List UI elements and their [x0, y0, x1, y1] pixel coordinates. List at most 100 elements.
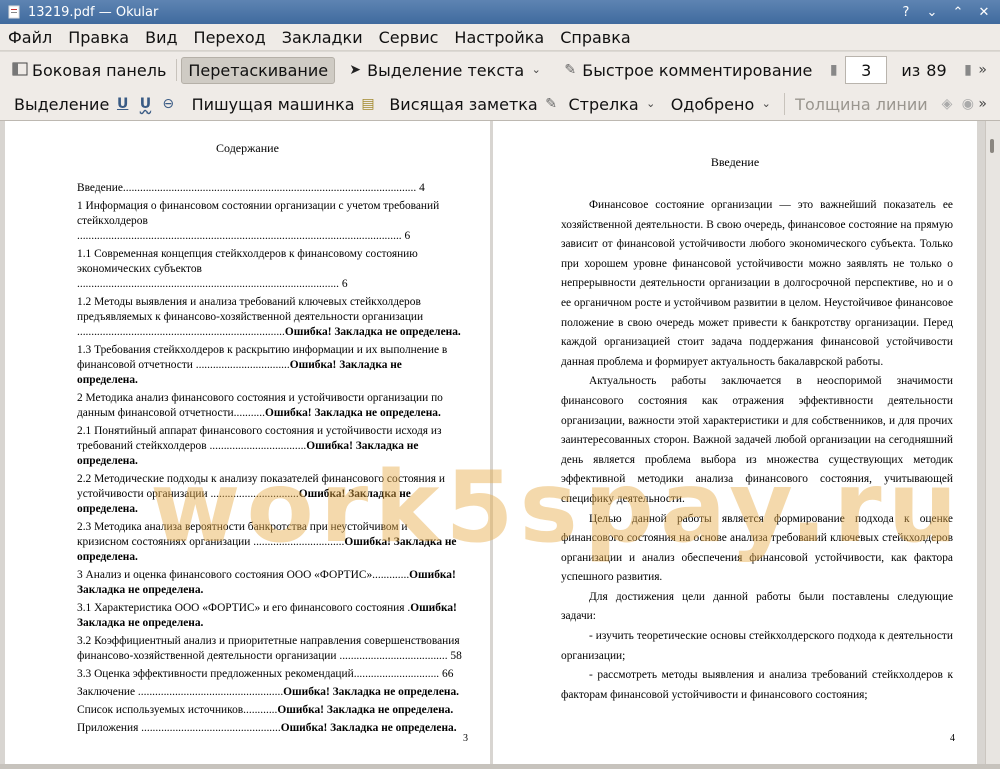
menu-go[interactable]: Переход	[186, 28, 274, 47]
sidebar-label: Боковая панель	[32, 60, 167, 80]
toc-entry-page: 58	[447, 650, 462, 662]
next-page-icon[interactable]: ▮	[961, 62, 976, 78]
minimize-icon[interactable]: ⌄	[924, 5, 940, 20]
toc-entry: 3.1 Характеристика ООО «ФОРТИС» и его фи…	[77, 601, 462, 631]
page-current: 3	[861, 60, 872, 80]
stamp-button[interactable]: Одобрено ⌄	[665, 92, 781, 117]
toc-entry: 2.1 Понятийный аппарат финансового состо…	[77, 424, 462, 469]
toc-entry-page: 6	[401, 230, 411, 242]
intro-paragraph: - изучить теоретические основы стейкхолд…	[561, 630, 953, 662]
pen-icon[interactable]: ✎	[544, 96, 559, 112]
toc-entry: 1.1 Современная концепция стейкхолдеров …	[77, 247, 462, 292]
typewriter-button[interactable]: Пишущая машинка	[186, 92, 361, 117]
menu-help[interactable]: Справка	[552, 28, 639, 47]
toc-entry-error: Ошибка! Закладка не определена.	[283, 686, 460, 698]
quick-comment-button[interactable]: ✎ Быстрое комментирование	[556, 58, 818, 83]
toc-entry: 3.3 Оценка эффективности предложенных ре…	[77, 667, 462, 682]
menu-edit[interactable]: Правка	[60, 28, 137, 47]
toc-entry-text: 3 Анализ и оценка финансового состояния …	[77, 569, 410, 581]
maximize-icon[interactable]: ⌃	[950, 5, 966, 20]
drag-mode-button[interactable]: Перетаскивание	[181, 56, 336, 84]
toc-entry-text: Приложения .............................…	[77, 722, 281, 734]
toc-entry: 1.3 Требования стейкхолдеров к раскрытию…	[77, 343, 462, 388]
squiggly-underline-icon[interactable]: U	[138, 96, 153, 112]
sticky-note-button[interactable]: Висящая заметка	[383, 92, 543, 117]
toolbar-overflow-icon[interactable]: »	[975, 62, 990, 78]
line-width-button[interactable]: Толщина линии	[789, 92, 934, 117]
table-of-contents: Введение................................…	[77, 181, 462, 739]
arrow-button[interactable]: Стрелка ⌄	[563, 92, 665, 117]
note-icon[interactable]: ▤	[361, 96, 376, 112]
underline-icon[interactable]: U	[115, 96, 130, 112]
toc-entry-page: 66	[439, 668, 454, 680]
toc-entry-error: Ошибка! Закладка не определена.	[284, 326, 461, 338]
toc-entry-text: Введение................................…	[77, 182, 417, 194]
cursor-icon: ➤	[349, 62, 361, 78]
toc-entry: Введение................................…	[77, 181, 462, 196]
line-width-label: Толщина линии	[795, 94, 928, 114]
status-bar	[0, 764, 1000, 769]
pdf-page-right: Введение Финансовое состояние организаци…	[493, 121, 977, 764]
document-viewer[interactable]: Содержание Введение.....................…	[0, 121, 985, 764]
close-icon[interactable]: ✕	[976, 5, 992, 20]
page-total: 89	[926, 60, 947, 80]
page-number-left: 3	[463, 733, 468, 744]
drag-mode-label: Перетаскивание	[188, 60, 329, 80]
help-icon[interactable]: ?	[898, 5, 914, 20]
menu-tools[interactable]: Сервис	[371, 28, 447, 47]
intro-paragraph: Актуальность работы заключается в неоспо…	[561, 375, 953, 505]
toolbar-overflow-icon[interactable]: »	[975, 96, 990, 112]
pdf-file-icon	[6, 4, 22, 20]
arrow-label: Стрелка	[568, 94, 639, 114]
toc-entry-text: 1.1 Современная концепция стейкхолдеров …	[77, 248, 418, 290]
page-number-right: 4	[950, 733, 955, 744]
toc-entry-error: Ошибка! Закладка не определена.	[277, 704, 454, 716]
toolbar-separator	[176, 59, 178, 81]
intro-paragraph: Целью данной работы является формировани…	[561, 512, 953, 584]
toc-entry: 2.2 Методические подходы к анализу показ…	[77, 472, 462, 517]
color-icon[interactable]: ◈	[940, 96, 955, 112]
page-of-label: из	[901, 60, 921, 80]
strikethrough-icon[interactable]: ⊖	[161, 96, 176, 112]
toc-entry-page: 6	[338, 278, 348, 290]
window-title: 13219.pdf — Okular	[28, 4, 159, 20]
stamp-label: Одобрено	[670, 94, 755, 114]
prev-page-icon[interactable]: ▮	[826, 62, 841, 78]
typewriter-label: Пишущая машинка	[191, 94, 355, 114]
text-select-button[interactable]: ➤ Выделение текста ⌄	[341, 58, 550, 83]
toc-entry-text: 3.2 Коэффициентный анализ и приоритетные…	[77, 635, 460, 662]
intro-title: Введение	[710, 155, 760, 169]
scrollbar-thumb[interactable]	[990, 139, 994, 153]
toc-entry-text: 1 Информация о финансовом состоянии орга…	[77, 200, 440, 242]
menu-view[interactable]: Вид	[137, 28, 185, 47]
menu-settings[interactable]: Настройка	[446, 28, 552, 47]
main-toolbar: Боковая панель Перетаскивание ➤ Выделени…	[0, 52, 1000, 88]
toc-entry: Приложения .............................…	[77, 721, 462, 736]
intro-paragraph: - рассмотреть методы выявления и анализа…	[561, 669, 953, 701]
menu-bookmarks[interactable]: Закладки	[274, 28, 371, 47]
intro-paragraph: Для достижения цели данной работы были п…	[561, 590, 953, 623]
sidebar-button[interactable]: Боковая панель	[6, 58, 172, 83]
menu-file[interactable]: Файл	[0, 28, 60, 47]
quick-comment-label: Быстрое комментирование	[582, 60, 813, 80]
selection-label: Выделение	[14, 94, 110, 114]
toc-entry: 3.2 Коэффициентный анализ и приоритетные…	[77, 634, 462, 664]
page-number-input[interactable]: 3	[845, 56, 888, 84]
opacity-icon[interactable]: ◉	[960, 96, 975, 112]
toc-entry-text: 3.1 Характеристика ООО «ФОРТИС» и его фи…	[77, 602, 411, 614]
toolbar-separator	[784, 93, 786, 115]
menu-bar: Файл Правка Вид Переход Закладки Сервис …	[0, 24, 1000, 51]
text-select-label: Выделение текста	[367, 60, 525, 80]
annotation-toolbar: Выделение U U ⊖ Пишущая машинка ▤ Висяща…	[0, 88, 1000, 121]
chevron-down-icon[interactable]: ⌄	[528, 62, 544, 78]
intro-text: Финансовое состояние организации — это в…	[561, 196, 953, 705]
toc-entry-text: 3.3 Оценка эффективности предложенных ре…	[77, 668, 440, 680]
toc-entry-error: Ошибка! Закладка не определена.	[264, 407, 441, 419]
toc-entry: 1 Информация о финансовом состоянии орга…	[77, 199, 462, 244]
vertical-scrollbar[interactable]	[985, 121, 1000, 764]
selection-button[interactable]: Выделение	[8, 92, 115, 117]
chevron-down-icon[interactable]: ⌄	[758, 96, 774, 112]
chevron-down-icon[interactable]: ⌄	[643, 96, 659, 112]
toc-title: Содержание	[216, 141, 279, 155]
toc-entry-error: Ошибка! Закладка не определена.	[280, 722, 457, 734]
